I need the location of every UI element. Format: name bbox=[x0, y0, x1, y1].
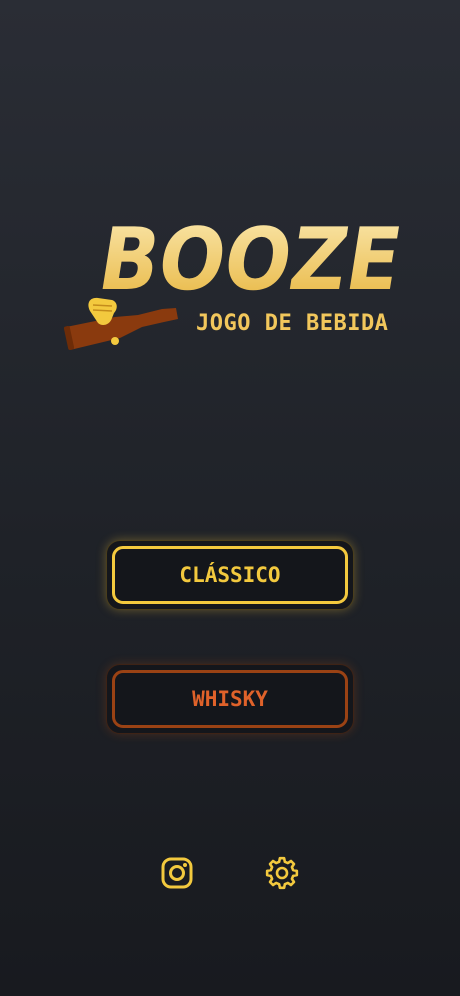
settings-button[interactable] bbox=[264, 855, 300, 891]
instagram-icon bbox=[161, 857, 193, 889]
instagram-button[interactable] bbox=[159, 855, 195, 891]
app-logo: BOOZE JOGO DE BEBIDA bbox=[60, 185, 410, 365]
gear-icon bbox=[265, 856, 299, 890]
logo-wordmark: BOOZE bbox=[92, 210, 408, 309]
subtitle: JOGO DE BEBIDA bbox=[196, 311, 389, 336]
classic-mode-button[interactable]: CLÁSSICO bbox=[106, 540, 354, 610]
classic-mode-label: CLÁSSICO bbox=[179, 563, 281, 587]
whisky-mode-button[interactable]: WHISKY bbox=[106, 664, 354, 734]
whisky-mode-label: WHISKY bbox=[192, 687, 268, 711]
booze-logo-graphic: BOOZE bbox=[63, 210, 408, 350]
